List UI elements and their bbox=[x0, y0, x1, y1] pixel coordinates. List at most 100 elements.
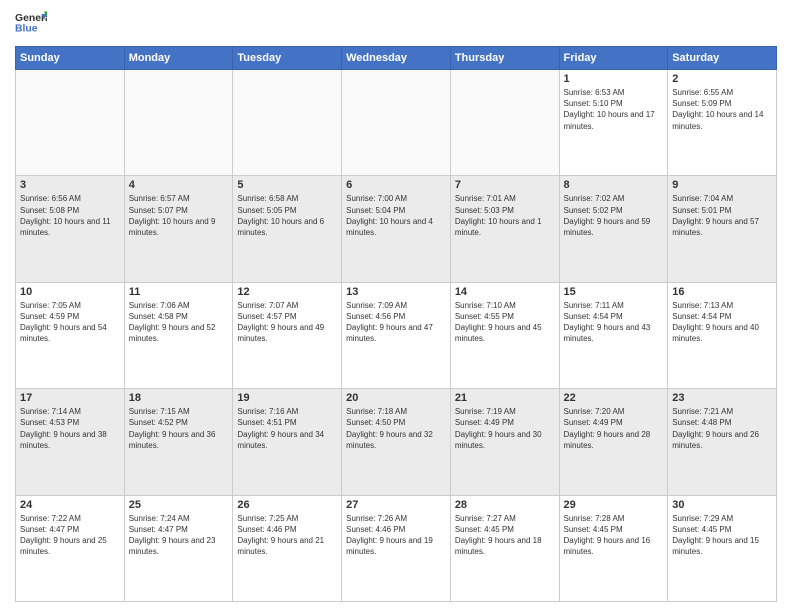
day-number: 22 bbox=[564, 392, 664, 404]
calendar-cell: 25 Sunrise: 7:24 AMSunset: 4:47 PMDayligh… bbox=[124, 495, 233, 601]
day-number: 15 bbox=[564, 286, 664, 298]
day-info: Sunrise: 7:24 AMSunset: 4:47 PMDaylight:… bbox=[129, 513, 229, 558]
day-info: Sunrise: 6:56 AMSunset: 5:08 PMDaylight:… bbox=[20, 193, 120, 238]
day-number: 14 bbox=[455, 286, 555, 298]
calendar-cell: 28 Sunrise: 7:27 AMSunset: 4:45 PMDayligh… bbox=[450, 495, 559, 601]
calendar-row-2: 10 Sunrise: 7:05 AMSunset: 4:59 PMDayligh… bbox=[16, 282, 777, 388]
day-number: 8 bbox=[564, 179, 664, 191]
day-info: Sunrise: 7:07 AMSunset: 4:57 PMDaylight:… bbox=[237, 300, 337, 345]
day-info: Sunrise: 7:11 AMSunset: 4:54 PMDaylight:… bbox=[564, 300, 664, 345]
day-info: Sunrise: 7:14 AMSunset: 4:53 PMDaylight:… bbox=[20, 406, 120, 451]
calendar-cell: 12 Sunrise: 7:07 AMSunset: 4:57 PMDayligh… bbox=[233, 282, 342, 388]
day-number: 5 bbox=[237, 179, 337, 191]
day-number: 1 bbox=[564, 73, 664, 85]
day-number: 9 bbox=[672, 179, 772, 191]
calendar-cell: 10 Sunrise: 7:05 AMSunset: 4:59 PMDayligh… bbox=[16, 282, 125, 388]
calendar-cell: 13 Sunrise: 7:09 AMSunset: 4:56 PMDayligh… bbox=[342, 282, 451, 388]
day-info: Sunrise: 7:00 AMSunset: 5:04 PMDaylight:… bbox=[346, 193, 446, 238]
calendar-cell: 14Sunrise: 7:10 AMSunset: 4:55 PMDayligh… bbox=[450, 282, 559, 388]
day-number: 30 bbox=[672, 499, 772, 511]
day-number: 11 bbox=[129, 286, 229, 298]
day-info: Sunrise: 7:05 AMSunset: 4:59 PMDaylight:… bbox=[20, 300, 120, 345]
calendar-cell: 7 Sunrise: 7:01 AMSunset: 5:03 PMDaylight… bbox=[450, 176, 559, 282]
day-number: 27 bbox=[346, 499, 446, 511]
day-number: 28 bbox=[455, 499, 555, 511]
calendar-cell: 26Sunrise: 7:25 AMSunset: 4:46 PMDayligh… bbox=[233, 495, 342, 601]
calendar-table: SundayMondayTuesdayWednesdayThursdayFrid… bbox=[15, 46, 777, 602]
calendar-row-4: 24 Sunrise: 7:22 AMSunset: 4:47 PMDayligh… bbox=[16, 495, 777, 601]
day-number: 4 bbox=[129, 179, 229, 191]
day-info: Sunrise: 7:28 AMSunset: 4:45 PMDaylight:… bbox=[564, 513, 664, 558]
day-info: Sunrise: 6:57 AMSunset: 5:07 PMDaylight:… bbox=[129, 193, 229, 238]
calendar-cell: 3 Sunrise: 6:56 AMSunset: 5:08 PMDaylight… bbox=[16, 176, 125, 282]
day-number: 2 bbox=[672, 73, 772, 85]
day-number: 25 bbox=[129, 499, 229, 511]
svg-text:Blue: Blue bbox=[15, 24, 38, 35]
calendar-cell: 23 Sunrise: 7:21 AMSunset: 4:48 PMDayligh… bbox=[668, 389, 777, 495]
calendar-cell: 21 Sunrise: 7:19 AMSunset: 4:49 PMDayligh… bbox=[450, 389, 559, 495]
calendar-cell: 24 Sunrise: 7:22 AMSunset: 4:47 PMDayligh… bbox=[16, 495, 125, 601]
day-number: 12 bbox=[237, 286, 337, 298]
day-info: Sunrise: 7:26 AMSunset: 4:46 PMDaylight:… bbox=[346, 513, 446, 558]
calendar-cell: 11Sunrise: 7:06 AMSunset: 4:58 PMDayligh… bbox=[124, 282, 233, 388]
calendar-cell bbox=[450, 70, 559, 176]
header: General Blue bbox=[15, 10, 777, 38]
day-number: 24 bbox=[20, 499, 120, 511]
day-info: Sunrise: 7:02 AMSunset: 5:02 PMDaylight:… bbox=[564, 193, 664, 238]
day-number: 3 bbox=[20, 179, 120, 191]
weekday-header-monday: Monday bbox=[124, 47, 233, 70]
calendar-cell: 15 Sunrise: 7:11 AMSunset: 4:54 PMDayligh… bbox=[559, 282, 668, 388]
day-info: Sunrise: 7:13 AMSunset: 4:54 PMDaylight:… bbox=[672, 300, 772, 345]
weekday-header-wednesday: Wednesday bbox=[342, 47, 451, 70]
logo: General Blue bbox=[15, 10, 47, 38]
calendar-cell: 2 Sunrise: 6:55 AMSunset: 5:09 PMDaylight… bbox=[668, 70, 777, 176]
calendar-cell: 19 Sunrise: 7:16 AMSunset: 4:51 PMDayligh… bbox=[233, 389, 342, 495]
calendar-cell: 8 Sunrise: 7:02 AMSunset: 5:02 PMDaylight… bbox=[559, 176, 668, 282]
day-info: Sunrise: 7:22 AMSunset: 4:47 PMDaylight:… bbox=[20, 513, 120, 558]
day-number: 17 bbox=[20, 392, 120, 404]
calendar-cell: 5 Sunrise: 6:58 AMSunset: 5:05 PMDaylight… bbox=[233, 176, 342, 282]
weekday-header-thursday: Thursday bbox=[450, 47, 559, 70]
day-info: Sunrise: 7:29 AMSunset: 4:45 PMDaylight:… bbox=[672, 513, 772, 558]
calendar-cell: 6 Sunrise: 7:00 AMSunset: 5:04 PMDaylight… bbox=[342, 176, 451, 282]
day-info: Sunrise: 6:58 AMSunset: 5:05 PMDaylight:… bbox=[237, 193, 337, 238]
day-info: Sunrise: 7:21 AMSunset: 4:48 PMDaylight:… bbox=[672, 406, 772, 451]
day-info: Sunrise: 7:18 AMSunset: 4:50 PMDaylight:… bbox=[346, 406, 446, 451]
calendar-cell: 29 Sunrise: 7:28 AMSunset: 4:45 PMDayligh… bbox=[559, 495, 668, 601]
calendar-cell: 22 Sunrise: 7:20 AMSunset: 4:49 PMDayligh… bbox=[559, 389, 668, 495]
day-info: Sunrise: 7:04 AMSunset: 5:01 PMDaylight:… bbox=[672, 193, 772, 238]
day-number: 21 bbox=[455, 392, 555, 404]
day-number: 7 bbox=[455, 179, 555, 191]
calendar-cell: 17 Sunrise: 7:14 AMSunset: 4:53 PMDayligh… bbox=[16, 389, 125, 495]
day-number: 16 bbox=[672, 286, 772, 298]
weekday-header-saturday: Saturday bbox=[668, 47, 777, 70]
day-info: Sunrise: 7:15 AMSunset: 4:52 PMDaylight:… bbox=[129, 406, 229, 451]
calendar-row-3: 17 Sunrise: 7:14 AMSunset: 4:53 PMDayligh… bbox=[16, 389, 777, 495]
calendar-cell bbox=[342, 70, 451, 176]
day-number: 20 bbox=[346, 392, 446, 404]
day-info: Sunrise: 7:01 AMSunset: 5:03 PMDaylight:… bbox=[455, 193, 555, 238]
day-number: 6 bbox=[346, 179, 446, 191]
calendar-cell: 9 Sunrise: 7:04 AMSunset: 5:01 PMDaylight… bbox=[668, 176, 777, 282]
calendar-cell: 18Sunrise: 7:15 AMSunset: 4:52 PMDayligh… bbox=[124, 389, 233, 495]
weekday-header-sunday: Sunday bbox=[16, 47, 125, 70]
day-info: Sunrise: 7:19 AMSunset: 4:49 PMDaylight:… bbox=[455, 406, 555, 451]
calendar-cell: 27 Sunrise: 7:26 AMSunset: 4:46 PMDayligh… bbox=[342, 495, 451, 601]
calendar-cell bbox=[233, 70, 342, 176]
day-info: Sunrise: 7:09 AMSunset: 4:56 PMDaylight:… bbox=[346, 300, 446, 345]
calendar-cell: 1 Sunrise: 6:53 AMSunset: 5:10 PMDaylight… bbox=[559, 70, 668, 176]
day-info: Sunrise: 7:20 AMSunset: 4:49 PMDaylight:… bbox=[564, 406, 664, 451]
day-info: Sunrise: 6:53 AMSunset: 5:10 PMDaylight:… bbox=[564, 87, 664, 132]
day-info: Sunrise: 6:55 AMSunset: 5:09 PMDaylight:… bbox=[672, 87, 772, 132]
calendar-cell bbox=[124, 70, 233, 176]
page: General Blue SundayMondayTuesdayWednesda… bbox=[0, 0, 792, 612]
day-number: 29 bbox=[564, 499, 664, 511]
day-info: Sunrise: 7:27 AMSunset: 4:45 PMDaylight:… bbox=[455, 513, 555, 558]
day-number: 13 bbox=[346, 286, 446, 298]
weekday-header-tuesday: Tuesday bbox=[233, 47, 342, 70]
day-number: 23 bbox=[672, 392, 772, 404]
day-info: Sunrise: 7:16 AMSunset: 4:51 PMDaylight:… bbox=[237, 406, 337, 451]
day-number: 10 bbox=[20, 286, 120, 298]
day-number: 19 bbox=[237, 392, 337, 404]
day-number: 26 bbox=[237, 499, 337, 511]
